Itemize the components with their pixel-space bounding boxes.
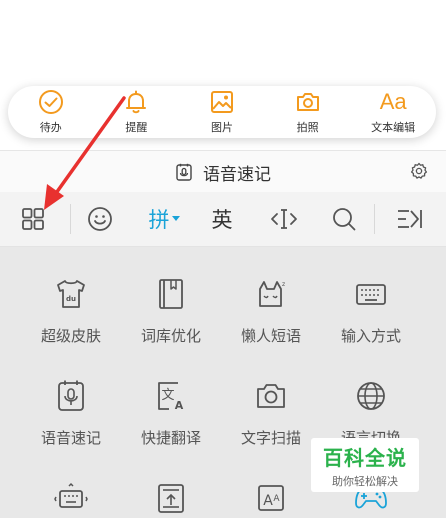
reminder-button[interactable]: 提醒	[96, 89, 176, 135]
emoji-button[interactable]	[82, 202, 118, 236]
search-button[interactable]	[326, 202, 362, 236]
watermark-subtitle: 助你轻松解决	[332, 474, 398, 488]
svg-text:A: A	[175, 399, 184, 412]
collapse-keyboard-icon	[398, 210, 422, 228]
lazy-phrases-button[interactable]: z 懒人短语	[216, 277, 326, 346]
menu-grid-button[interactable]	[14, 202, 52, 236]
image-label: 图片	[210, 121, 233, 134]
lazy-cat-icon: z	[259, 281, 285, 307]
voice-note-icon	[176, 163, 192, 181]
english-button[interactable]: 英	[204, 202, 240, 236]
voice-note-button[interactable]: 语音速记	[16, 379, 126, 448]
reminder-label: 提醒	[125, 121, 148, 134]
font-size-button[interactable]: A A	[216, 481, 326, 515]
lazy-phrases-label: 懒人短语	[240, 327, 301, 345]
todo-button[interactable]: 待办	[11, 89, 91, 135]
camera-icon	[257, 384, 285, 408]
keyboard-height-icon	[158, 484, 184, 513]
input-method-label: 输入方式	[340, 327, 401, 345]
english-label: 英	[211, 208, 233, 232]
cursor-move-icon	[271, 209, 297, 229]
bell-icon	[126, 90, 147, 114]
text-edit-label: 文本编辑	[371, 121, 416, 134]
text-scan-label: 文字扫描	[240, 429, 301, 447]
grid-icon	[22, 208, 44, 230]
globe-icon	[357, 382, 385, 410]
font-size-icon: A A	[258, 485, 284, 511]
text-edit-button[interactable]: Aa 文本编辑	[353, 89, 433, 135]
svg-text:z: z	[282, 281, 285, 288]
quick-translate-button[interactable]: 文 A 快捷翻译	[116, 379, 226, 448]
pinyin-label: 拼	[148, 208, 170, 232]
toolbar-divider	[70, 204, 71, 234]
keyboard-height-button[interactable]	[116, 481, 226, 515]
collapse-keyboard-button[interactable]	[392, 202, 428, 236]
keyboard-icon	[356, 284, 386, 305]
keyboard-resize-icon	[54, 482, 88, 508]
smiley-icon	[88, 207, 112, 231]
pinyin-button[interactable]: 拼	[142, 202, 186, 236]
gear-icon[interactable]	[410, 162, 428, 180]
tshirt-icon: du	[57, 280, 85, 308]
search-icon	[333, 208, 356, 231]
input-method-button[interactable]: 输入方式	[316, 277, 426, 346]
watermark-logo: 百科全说 助你轻松解决	[311, 438, 419, 492]
image-button[interactable]: 图片	[182, 89, 262, 135]
voice-note-icon	[58, 380, 84, 411]
quick-translate-label: 快捷翻译	[140, 429, 201, 447]
super-skin-label: 超级皮肤	[40, 327, 101, 345]
super-skin-button[interactable]: du 超级皮肤	[16, 277, 126, 346]
text-edit-icon: Aa	[379, 89, 407, 114]
quick-toolbar: 待办 提醒 图片 拍照 Aa 文本编辑	[8, 86, 436, 138]
check-circle-icon	[38, 90, 63, 114]
camera-icon	[296, 93, 319, 111]
voice-note-title: 语音速记	[203, 164, 271, 185]
voice-note-label: 语音速记	[40, 429, 101, 447]
lexicon-optimize-button[interactable]: 词库优化	[116, 277, 226, 346]
lexicon-optimize-label: 词库优化	[140, 327, 201, 345]
svg-text:文: 文	[161, 388, 174, 403]
svg-text:A: A	[263, 493, 273, 509]
keyboard-toolbar: 拼 英	[0, 192, 446, 247]
keyboard-resize-button[interactable]	[16, 481, 126, 515]
svg-text:du: du	[66, 295, 76, 303]
cursor-move-button[interactable]	[264, 202, 304, 236]
translate-icon: 文 A	[158, 382, 184, 412]
toolbar-divider	[374, 204, 375, 234]
image-icon	[210, 91, 233, 113]
watermark-title: 百科全说	[323, 445, 407, 470]
text-scan-button[interactable]: 文字扫描	[216, 379, 326, 448]
todo-label: 待办	[39, 121, 62, 134]
dropdown-caret-icon	[171, 216, 180, 221]
book-icon	[159, 279, 183, 309]
voice-note-bar[interactable]: 语音速记	[0, 150, 446, 193]
svg-text:A: A	[273, 494, 280, 504]
photo-button[interactable]: 拍照	[268, 89, 348, 135]
photo-label: 拍照	[296, 121, 319, 134]
